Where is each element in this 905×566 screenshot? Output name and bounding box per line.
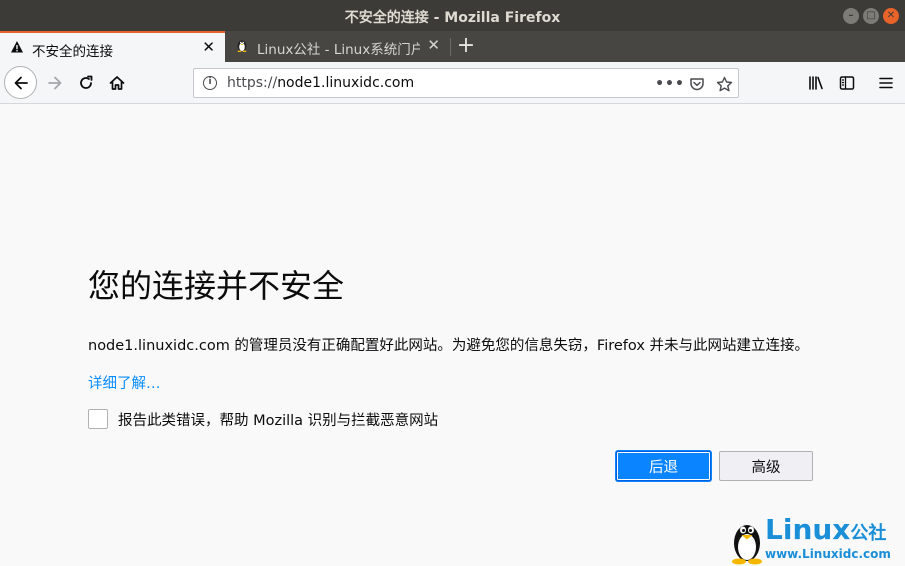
new-tab-button[interactable]: + [455,35,477,57]
reload-button[interactable] [71,68,101,98]
url-bar[interactable]: i https://node1.linuxidc.com ••• [193,68,739,98]
arrow-right-icon [48,76,62,90]
window-title: 不安全的连接 - Mozilla Firefox [344,10,561,26]
home-icon [109,76,125,90]
error-page: 您的连接并不安全 node1.linuxidc.com 的管理员没有正确配置好此… [0,104,905,566]
sidebar-icon [839,76,855,90]
tab-label: Linux公社 - Linux系统门户 [257,42,420,58]
warning-icon [10,40,24,54]
tab-label: 不安全的连接 [32,44,113,60]
go-back-button[interactable]: 后退 [616,451,711,481]
home-button[interactable] [102,68,132,98]
pocket-icon [690,78,704,91]
maximize-icon: □ [866,10,876,21]
tux-logo-icon [732,525,762,565]
learn-more-link[interactable]: 详细了解… [88,372,161,393]
report-error-label[interactable]: 报告此类错误，帮助 Mozilla 识别与拦截恶意网站 [118,409,438,430]
watermark-brand-suffix: 公社 [850,523,887,544]
library-button[interactable] [801,68,831,98]
tab-strip: 不安全的连接 ✕ Linux公社 - Linux系统门户 ✕ + [0,31,905,62]
navigation-toolbar: i https://node1.linuxidc.com ••• [0,62,905,104]
close-window-button[interactable]: ✕ [883,8,899,24]
ellipsis-icon: ••• [655,76,685,92]
close-icon: ✕ [886,10,896,21]
plus-icon: + [456,33,476,58]
error-title: 您的连接并不安全 [88,267,345,305]
window-titlebar: 不安全的连接 - Mozilla Firefox – □ ✕ [0,0,905,31]
watermark-brand: Linux公社 [765,515,886,549]
linuxidc-watermark: Linux公社 www.Linuxidc.com [729,515,905,565]
error-description: node1.linuxidc.com 的管理员没有正确配置好此网站。为避免您的信… [88,338,810,354]
minimize-icon: – [848,10,854,21]
watermark-brand-text: Linux [765,513,851,546]
maximize-button[interactable]: □ [863,8,879,24]
tab-linuxidc[interactable]: Linux公社 - Linux系统门户 ✕ [225,31,450,62]
arrow-left-icon [14,76,28,89]
site-info-icon[interactable]: i [203,76,217,90]
bookmark-star-button[interactable] [713,73,735,95]
report-error-row: 报告此类错误，帮助 Mozilla 识别与拦截恶意网站 [88,408,438,430]
url-host: node1.linuxidc.com [277,75,415,91]
report-error-checkbox[interactable] [88,409,108,429]
page-actions-button[interactable]: ••• [655,73,684,95]
pocket-button[interactable] [686,73,708,95]
library-icon [809,76,823,90]
advanced-button[interactable]: 高级 [719,451,813,481]
hamburger-icon [879,77,893,89]
url-text[interactable]: https://node1.linuxidc.com [227,75,414,91]
reload-icon [80,75,93,89]
tab-separator [450,38,451,56]
tab-close-icon[interactable]: ✕ [427,37,440,53]
back-button[interactable] [4,66,37,99]
watermark-site: www.Linuxidc.com [765,547,891,561]
sidebar-button[interactable] [832,68,862,98]
forward-button[interactable] [40,68,70,98]
tab-close-icon[interactable]: ✕ [202,39,215,55]
star-icon [716,76,732,91]
penguin-icon [235,38,249,53]
url-scheme: https:// [227,75,278,91]
minimize-button[interactable]: – [843,8,859,24]
menu-button[interactable] [871,68,901,98]
tab-insecure-connection[interactable]: 不安全的连接 ✕ [0,31,225,62]
